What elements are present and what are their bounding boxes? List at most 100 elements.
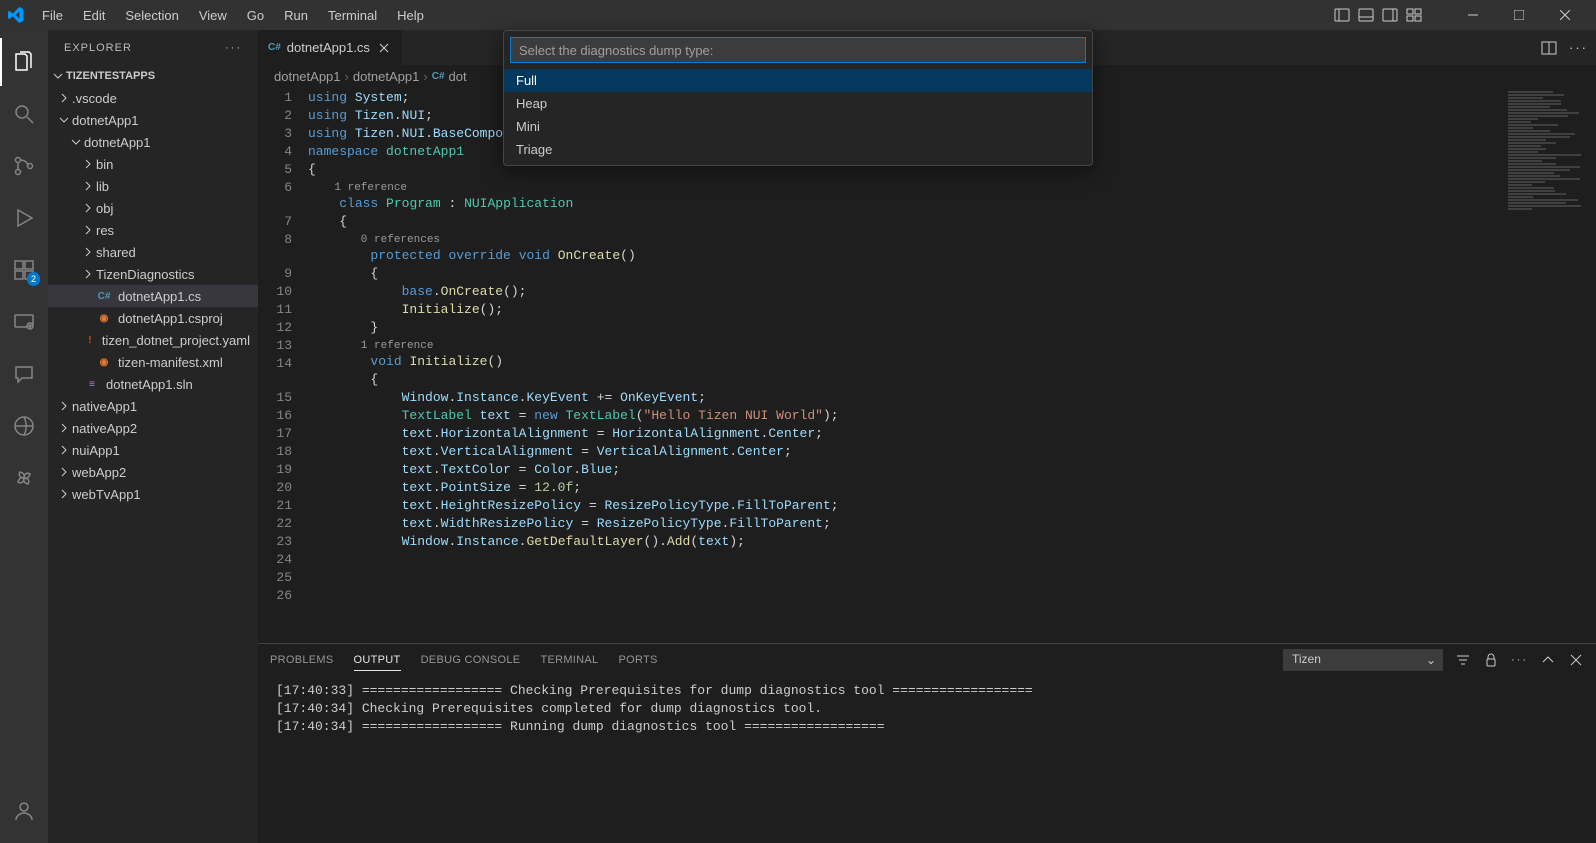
menu-help[interactable]: Help [389,4,432,27]
tree-label: TizenDiagnostics [96,267,195,282]
file-tree: .vscode dotnetApp1 dotnetApp1 bin lib objres s… [48,87,258,505]
filter-icon[interactable] [1455,652,1471,668]
panel-left-icon[interactable] [1334,7,1350,23]
folder-item[interactable]: nativeApp1 [48,395,258,417]
menu-file[interactable]: File [34,4,71,27]
sidebar-more-icon[interactable]: ··· [225,42,242,54]
maximize-panel-icon[interactable] [1540,652,1556,668]
tree-label: nativeApp1 [72,399,137,414]
output-body[interactable]: [17:40:33] ================== Checking P… [258,676,1596,843]
run-debug-activity[interactable] [0,194,48,242]
panel-tab-problems[interactable]: PROBLEMS [270,650,334,670]
menu-run[interactable]: Run [276,4,316,27]
quick-option-full[interactable]: Full [504,69,1092,92]
menu-bar: FileEditSelectionViewGoRunTerminalHelp [34,4,432,27]
folder-item[interactable]: TizenDiagnostics [48,263,258,285]
explorer-activity[interactable] [0,38,48,86]
tab-dotnetapp1[interactable]: C# dotnetApp1.cs [258,30,403,65]
file-item[interactable]: !tizen_dotnet_project.yaml [48,329,258,351]
chevron-right-icon [82,180,94,192]
menu-terminal[interactable]: Terminal [320,4,385,27]
file-item[interactable]: C#dotnetApp1.cs [48,285,258,307]
quick-option-mini[interactable]: Mini [504,115,1092,138]
lock-icon[interactable] [1483,652,1499,668]
tree-label: shared [96,245,136,260]
folder-item[interactable]: obj [48,197,258,219]
titlebar: FileEditSelectionViewGoRunTerminalHelp [0,0,1596,30]
tree-label: .vscode [72,91,117,106]
quick-option-heap[interactable]: Heap [504,92,1092,115]
csharp-file-icon: C# [268,42,281,53]
folder-item[interactable]: bin [48,153,258,175]
tree-label: nativeApp2 [72,421,137,436]
tizen-chat-activity[interactable] [0,350,48,398]
folder-item[interactable]: nativeApp2 [48,417,258,439]
folder-item[interactable]: res [48,219,258,241]
quick-option-triage[interactable]: Triage [504,138,1092,161]
file-item[interactable]: ◉tizen-manifest.xml [48,351,258,373]
extensions-activity[interactable]: 2 [0,246,48,294]
menu-view[interactable]: View [191,4,235,27]
panel-tab-debug-console[interactable]: DEBUG CONSOLE [421,650,521,670]
tizen-fan-activity[interactable] [0,454,48,502]
folder-item[interactable]: nuiApp1 [48,439,258,461]
folder-item[interactable]: dotnetApp1 [48,131,258,153]
tab-close-icon[interactable] [376,40,392,56]
chevron-right-icon [58,488,70,500]
breadcrumb-item[interactable]: dot [449,69,467,84]
panel-tab-ports[interactable]: PORTS [618,650,657,670]
maximize-button[interactable] [1496,0,1542,30]
panel-bottom-icon[interactable] [1358,7,1374,23]
search-activity[interactable] [0,90,48,138]
tree-label: lib [96,179,109,194]
chevron-down-icon [70,136,82,148]
chevron-right-icon [82,246,94,258]
folder-item[interactable]: .vscode [48,87,258,109]
chevron-down-icon [58,114,70,126]
breadcrumb-item[interactable]: dotnetApp1 [353,69,420,84]
menu-selection[interactable]: Selection [117,4,186,27]
close-button[interactable] [1542,0,1588,30]
output-channel-label: Tizen [1292,652,1321,666]
chevron-right-icon [58,422,70,434]
breadcrumb-item[interactable]: dotnetApp1 [274,69,341,84]
panel-tabs: PROBLEMS OUTPUT DEBUG CONSOLE TERMINAL PORTS… [258,644,1596,676]
folder-item[interactable]: shared [48,241,258,263]
customize-layout-icon[interactable] [1406,7,1422,23]
folder-item[interactable]: webApp2 [48,461,258,483]
file-item[interactable]: ◉dotnetApp1.csproj [48,307,258,329]
extensions-badge: 2 [27,272,40,286]
minimap[interactable] [1496,87,1596,643]
panel-tab-terminal[interactable]: TERMINAL [540,650,598,670]
remote-activity[interactable] [0,298,48,346]
folder-item[interactable]: dotnetApp1 [48,109,258,131]
panel-right-icon[interactable] [1382,7,1398,23]
tab-label: dotnetApp1.cs [287,40,370,55]
folder-item[interactable]: lib [48,175,258,197]
tree-label: dotnetApp1.sln [106,377,193,392]
section-label: TIZENTESTAPPS [66,70,155,82]
minimize-button[interactable] [1450,0,1496,30]
quick-input-field[interactable] [510,37,1086,63]
code-editor[interactable]: using System;using Tizen.NUI;using Tizen… [308,87,1496,643]
panel-tab-output[interactable]: OUTPUT [354,650,401,671]
window-controls [1450,0,1588,30]
sidebar-title: EXPLORER [64,42,132,54]
menu-go[interactable]: Go [239,4,272,27]
sidebar-section[interactable]: TIZENTESTAPPS [48,65,258,87]
tizen-activity[interactable] [0,402,48,450]
editor-more-icon[interactable]: ··· [1569,40,1588,55]
output-channel-select[interactable]: Tizen ⌄ [1283,649,1443,671]
menu-edit[interactable]: Edit [75,4,113,27]
tree-label: dotnetApp1 [84,135,151,150]
file-type-icon: ◉ [96,354,112,370]
panel-more-icon[interactable]: ··· [1511,654,1528,666]
source-control-activity[interactable] [0,142,48,190]
file-item[interactable]: ≡dotnetApp1.sln [48,373,258,395]
accounts-activity[interactable] [0,787,48,835]
split-editor-icon[interactable] [1541,40,1557,56]
close-panel-icon[interactable] [1568,652,1584,668]
tree-label: webApp2 [72,465,126,480]
line-numbers: 123456 78 91011121314 151617181920212223… [258,87,308,643]
folder-item[interactable]: webTvApp1 [48,483,258,505]
